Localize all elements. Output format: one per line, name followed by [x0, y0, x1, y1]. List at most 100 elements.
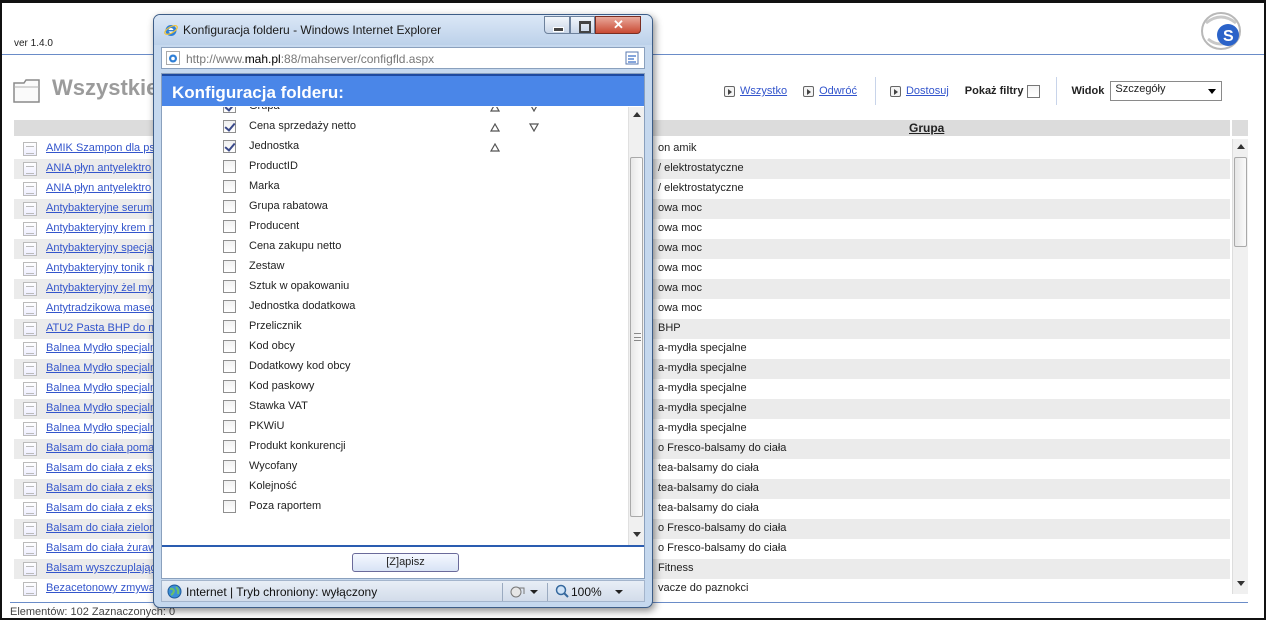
row-name-link[interactable]: ANIA płyn antyelektro — [46, 182, 151, 194]
chevron-down-icon[interactable] — [615, 590, 623, 594]
row-name-link[interactable]: Balsam do ciała żurawi — [46, 542, 159, 554]
field-label: Cena zakupu netto — [249, 240, 342, 252]
version-label: ver 1.4.0 — [14, 38, 53, 49]
grid-scrollbar[interactable] — [1232, 139, 1248, 594]
row-name-link[interactable]: AMIK Szampon dla pso — [46, 142, 161, 154]
invert-selection-link[interactable]: Odwróć — [803, 85, 857, 97]
move-down-icon[interactable] — [529, 107, 539, 113]
row-name-link[interactable]: Balsam do ciała zielone — [46, 522, 162, 534]
select-all-link[interactable]: Wszystko — [724, 85, 787, 97]
move-down-icon[interactable] — [528, 121, 540, 133]
row-name-link[interactable]: Balnea Mydło specjaln — [46, 422, 156, 434]
field-option: Wycofany — [162, 457, 628, 477]
show-filters-checkbox[interactable] — [1027, 84, 1041, 98]
row-name-link[interactable]: Antybakteryjny specja — [46, 242, 153, 254]
field-list-scroll-thumb[interactable] — [630, 157, 643, 517]
compatibility-view-icon[interactable] — [624, 50, 640, 66]
scroll-down-icon[interactable] — [1237, 581, 1245, 586]
row-name-link[interactable]: Balsam do ciała pomar — [46, 442, 158, 454]
chevron-down-icon[interactable] — [530, 590, 538, 594]
row-name-link[interactable]: Balnea Mydło specjaln — [46, 402, 156, 414]
field-option: PKWiU — [162, 417, 628, 437]
row-name-link[interactable]: Antybakteryjny krem n — [46, 222, 155, 234]
field-list-scrollbar[interactable] — [628, 107, 644, 545]
row-name-link[interactable]: Bezacetonowy zmywac — [46, 582, 160, 594]
field-checkbox[interactable] — [223, 420, 236, 433]
field-checkbox[interactable] — [223, 380, 236, 393]
field-label: Zestaw — [249, 260, 285, 272]
row-name-link[interactable]: Balsam do ciała z ekstr — [46, 462, 159, 474]
field-checkbox[interactable] — [223, 300, 236, 313]
zoom-icon[interactable] — [555, 584, 569, 598]
row-group-cell: o Fresco-balsamy do ciała — [658, 442, 787, 454]
globe-icon — [167, 584, 182, 599]
row-name-link[interactable]: ANIA płyn antyelektro — [46, 162, 151, 174]
field-checkbox[interactable] — [223, 460, 236, 473]
zoom-level[interactable]: 100% — [571, 585, 602, 599]
field-label: Cena sprzedaży netto — [249, 120, 357, 132]
address-bar[interactable]: http://www.mah.pl:88/mahserver/configfld… — [161, 47, 645, 69]
scroll-up-icon[interactable] — [1237, 144, 1245, 149]
row-group-cell: owa moc — [658, 242, 703, 254]
field-checkbox[interactable] — [223, 280, 236, 293]
protected-mode-icon[interactable] — [510, 584, 526, 599]
grid-scroll-thumb[interactable] — [1234, 157, 1247, 247]
scroll-down-icon[interactable] — [633, 532, 641, 537]
column-header-group[interactable]: Grupa — [909, 121, 944, 135]
move-up-icon[interactable] — [489, 121, 501, 132]
minimize-button[interactable] — [544, 16, 570, 34]
row-name-link[interactable]: Balnea Mydło specjaln — [46, 382, 156, 394]
row-name-link[interactable]: ATU2 Pasta BHP do my — [46, 322, 163, 334]
dialog-title: Konfiguracja folderu: — [172, 83, 344, 102]
field-label: Produkt konkurencji — [249, 440, 346, 452]
field-checkbox[interactable] — [223, 260, 236, 273]
row-name-link[interactable]: Antybakteryjne serum — [46, 202, 152, 214]
move-up-icon[interactable] — [489, 141, 501, 152]
page-title: Wszystkie — [52, 75, 159, 100]
row-group-cell: owa moc — [658, 282, 703, 294]
field-checkbox[interactable] — [223, 340, 236, 353]
field-checkbox[interactable] — [223, 400, 236, 413]
field-option: Jednostka dodatkowa — [162, 297, 628, 317]
maximize-button[interactable] — [570, 16, 595, 34]
field-checkbox[interactable] — [223, 107, 236, 113]
move-up-icon[interactable] — [489, 107, 501, 112]
row-name-link[interactable]: Balsam do ciała z ekstr — [46, 482, 159, 494]
row-name-link[interactable]: Antybakteryjny żel my — [46, 282, 153, 294]
field-checkbox[interactable] — [223, 220, 236, 233]
row-name-link[interactable]: Balnea Mydło specjaln — [46, 342, 156, 354]
field-checkbox[interactable] — [223, 480, 236, 493]
close-button[interactable] — [595, 16, 641, 34]
row-name-link[interactable]: Balnea Mydło specjaln — [46, 362, 156, 374]
address-url: http://www.mah.pl:88/mahserver/configfld… — [186, 52, 434, 66]
field-checkbox[interactable] — [223, 200, 236, 213]
field-checkbox[interactable] — [223, 140, 236, 153]
row-name-link[interactable]: Antybakteryjny tonik n — [46, 262, 154, 274]
popup-titlebar[interactable]: Konfiguracja folderu - Windows Internet … — [154, 15, 652, 45]
field-checkbox[interactable] — [223, 160, 236, 173]
document-icon — [23, 182, 37, 196]
row-group-cell: tea-balsamy do ciała — [658, 462, 759, 474]
customize-link[interactable]: Dostosuj — [889, 85, 949, 97]
view-select[interactable]: Szczegóły — [1110, 81, 1223, 101]
row-name-link[interactable]: Balsam do ciała z ekstr — [46, 502, 159, 514]
field-checkbox[interactable] — [223, 120, 236, 133]
toolbar-divider — [1056, 77, 1058, 105]
document-icon — [23, 402, 37, 416]
field-label: ProductID — [249, 160, 298, 172]
field-label: PKWiU — [249, 420, 285, 432]
field-checkbox[interactable] — [223, 320, 236, 333]
row-name-link[interactable]: Antytradzikowa masec — [46, 302, 156, 314]
field-checkbox[interactable] — [223, 500, 236, 513]
scroll-up-icon[interactable] — [633, 112, 641, 117]
row-name-link[interactable]: Balsam wyszczuplający — [46, 562, 162, 574]
field-checkbox[interactable] — [223, 180, 236, 193]
field-checkbox[interactable] — [223, 360, 236, 373]
field-checkbox[interactable] — [223, 440, 236, 453]
field-checkbox[interactable] — [223, 240, 236, 253]
document-icon — [23, 382, 37, 396]
dialog-header: Konfiguracja folderu: — [162, 74, 644, 106]
save-button[interactable]: [Z]apisz — [352, 553, 459, 572]
field-option: Cena sprzedaży netto — [162, 117, 628, 137]
dialog-footer: [Z]apisz — [162, 545, 644, 578]
